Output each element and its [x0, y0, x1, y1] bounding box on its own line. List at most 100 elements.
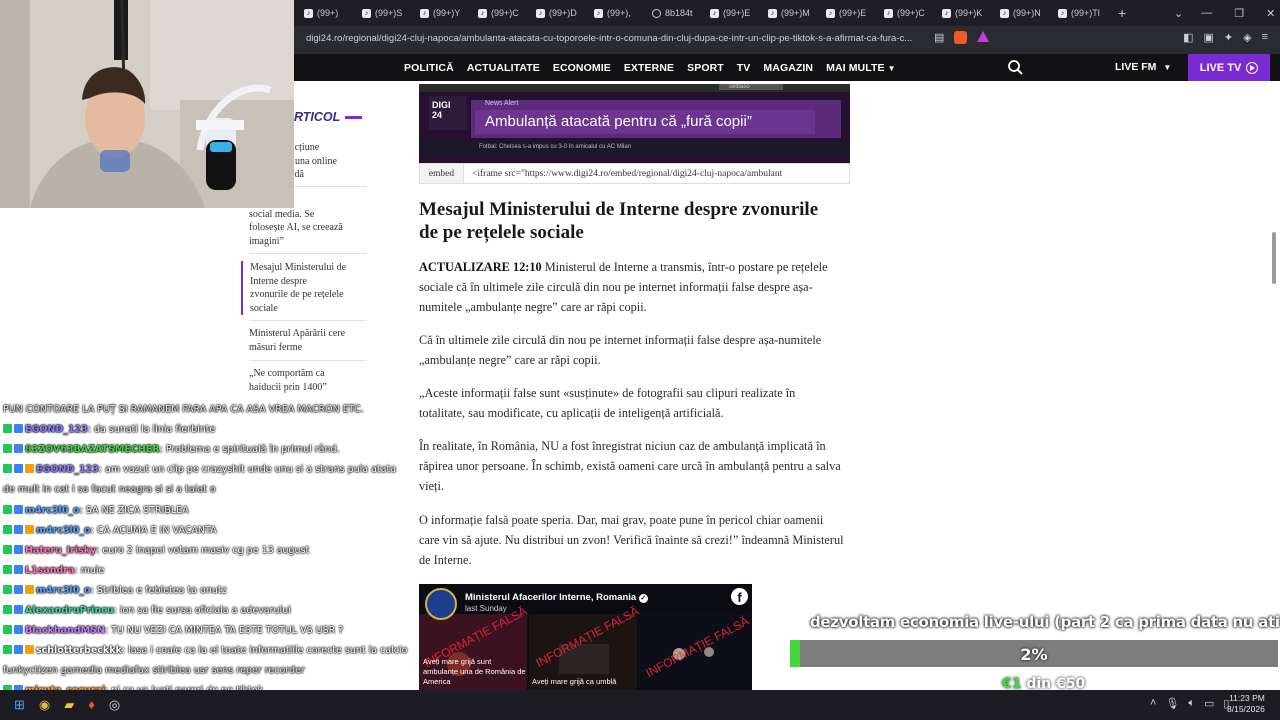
vpn-icon[interactable]: ◈ — [1243, 31, 1251, 44]
facebook-page-name[interactable]: Ministerul Afacerilor Interne, Romania ✓ — [465, 592, 648, 603]
wallet-icon[interactable]: ▣ — [1203, 31, 1213, 44]
webcam-overlay — [0, 0, 294, 208]
tray-chevron-icon[interactable]: ˄ — [1150, 697, 1156, 710]
chat-text: : euro 2 inapoi votam masiv cg pe 13 aug… — [96, 544, 310, 556]
facebook-image-caption: Aveți mare grijă ca umblă — [532, 677, 617, 686]
browser-tab[interactable]: ♪ (99+)Y — [412, 0, 470, 26]
browser-tab[interactable]: ♪ (99+)E — [702, 0, 760, 26]
browser-tab[interactable]: ♪ (99+)D — [528, 0, 586, 26]
chat-username[interactable]: EGOND_123 — [25, 424, 88, 435]
tiktok-icon: ♪ — [362, 8, 371, 18]
embedded-video[interactable]: DIGI 24 News Alert Ambulanță atacată pen… — [419, 84, 850, 163]
tiktok-icon: ♪ — [420, 8, 429, 18]
brave-icon[interactable]: ♦ — [88, 697, 95, 713]
chat-message: m4rc3l0_o: SA NE ZICA STRIBLEA — [3, 504, 189, 517]
search-icon[interactable] — [1007, 59, 1024, 76]
chat-username[interactable]: m4rc3l0_o — [36, 585, 91, 596]
paragraph-update: ACTUALIZARE 12:10 Ministerul de Interne … — [419, 257, 844, 317]
volume-icon[interactable]: 🔈︎ — [1188, 697, 1195, 710]
streamer-camera-image — [0, 0, 294, 208]
nav-item-economie[interactable]: ECONOMIE — [553, 62, 611, 74]
chat-badge-icon — [25, 584, 34, 594]
toc-item-active[interactable]: Mesajul Ministerului de Interne despre z… — [241, 261, 374, 315]
menu-icon[interactable]: ≡ — [1262, 31, 1268, 44]
browser-tab[interactable]: 8b184t — [644, 0, 702, 26]
tiktok-icon: ♪ — [942, 8, 951, 18]
restore-icon[interactable]: ❐ — [1234, 7, 1244, 20]
chat-username[interactable]: L1sandra — [25, 565, 74, 576]
close-icon[interactable]: ✕ — [1266, 7, 1275, 20]
live-fm-button[interactable]: LIVE FM ▼ — [1115, 61, 1171, 73]
video-alert: News Alert — [485, 100, 519, 107]
tiktok-icon: ♪ — [478, 8, 487, 18]
nav-item-magazin[interactable]: MAGAZIN — [763, 62, 813, 74]
ministry-avatar[interactable] — [425, 588, 457, 620]
globe-icon — [652, 8, 661, 18]
paragraph: Că în ultimele zile circulă din nou pe i… — [419, 333, 822, 367]
tab-list-icon[interactable]: ⌄ — [1174, 7, 1183, 20]
facebook-icon[interactable]: f — [731, 588, 748, 605]
chat-username[interactable]: BlackhandMSN — [25, 625, 105, 636]
network-icon[interactable]: ▭ — [1204, 697, 1214, 710]
browser-tab[interactable]: ♪ (99+)S — [354, 0, 412, 26]
url-field[interactable]: digi24.ro/regional/digi24-cluj-napoca/am… — [306, 33, 926, 44]
update-label: ACTUALIZARE 12:10 — [419, 260, 542, 274]
browser-tab[interactable]: ♪ (99+)Tl — [1050, 0, 1108, 26]
file-explorer-icon[interactable]: ▰ — [64, 697, 74, 713]
chat-username[interactable]: m4rc3l0_o — [25, 505, 80, 516]
chat-badge-icon — [3, 625, 12, 635]
tiktok-icon: ♪ — [826, 8, 835, 18]
taskbar — [0, 690, 1280, 720]
reader-icon[interactable]: ▤ — [934, 31, 944, 44]
toc-item[interactable]: Ministerul Apărării cere măsuri ferme — [249, 327, 374, 354]
page-scrollbar-thumb[interactable] — [1272, 232, 1276, 284]
obs-icon[interactable]: ◎ — [109, 697, 120, 713]
microphone-icon[interactable]: 🎙︎ — [1165, 697, 1179, 710]
site-nav-menu: POLITICĂ ACTUALITATE ECONOMIE EXTERNE SP… — [404, 54, 896, 81]
nav-item-sport[interactable]: SPORT — [687, 62, 724, 74]
browser-tab[interactable]: ♪ (99+) — [296, 0, 354, 26]
chat-username[interactable]: schlotterbeckkk — [36, 645, 122, 656]
chat-badge-icon — [14, 544, 23, 554]
live-tv-button[interactable]: LIVE TV — [1188, 54, 1270, 81]
brave-shield-icon[interactable] — [954, 31, 968, 44]
chrome-icon[interactable]: ◉ — [39, 697, 50, 713]
nav-item-actualitate[interactable]: ACTUALITATE — [467, 62, 540, 74]
chat-message: schlotterbeckkk: lasa i coaie ca la ei t… — [3, 645, 407, 657]
windows-start-icon[interactable]: ⊞ — [14, 697, 25, 713]
taskbar-clock[interactable]: 11:23 PM 8/15/2026 — [1227, 693, 1265, 715]
rewards-icon[interactable] — [977, 31, 990, 42]
nav-item-externe[interactable]: EXTERNE — [624, 62, 674, 74]
new-tab-icon[interactable]: + — [1118, 5, 1126, 21]
browser-tab[interactable]: ♪ (99+)C — [876, 0, 934, 26]
nav-item-politica[interactable]: POLITICĂ — [404, 62, 454, 74]
chat-username[interactable]: EGOND_123 — [36, 464, 99, 475]
browser-tab[interactable]: ♪ (99+)K — [934, 0, 992, 26]
tiktok-icon: ♪ — [1000, 8, 1009, 18]
browser-tab[interactable]: ♪ (99+)C — [470, 0, 528, 26]
chat-username[interactable]: Hateru_Irisky — [25, 545, 96, 556]
browser-tab[interactable]: ♪ (99+)N — [992, 0, 1050, 26]
browser-tab[interactable]: ♪ (99+)M — [760, 0, 818, 26]
minimize-icon[interactable]: — — [1201, 7, 1212, 19]
leo-icon[interactable]: ✦ — [1224, 31, 1233, 44]
chat-username[interactable]: m4rc3l0_o — [36, 525, 91, 536]
browser-tab[interactable]: ♪ (99+)E — [818, 0, 876, 26]
chat-username[interactable]: 83ZOV63BAZATSMECHER — [25, 444, 160, 455]
chat-badge-icon — [3, 544, 12, 554]
browser-tab[interactable]: ♪ (99+), — [586, 0, 644, 26]
nav-item-mai-multe[interactable]: MAI MULTE ▼ — [826, 62, 896, 74]
nav-item-tv[interactable]: TV — [737, 62, 751, 74]
embed-code-field[interactable]: <iframe src="https://www.digi24.ro/embed… — [464, 164, 782, 183]
chat-text: : CA ACUMA E IN VACANTA — [90, 524, 217, 536]
chat-message: m4rc3l0_o: Striblea e febletea ta onutz — [3, 584, 227, 597]
toc-title: RTICOL — [294, 110, 341, 124]
chevron-down-icon: ▼ — [887, 63, 896, 73]
toc-title-accent — [345, 116, 362, 119]
toc-item[interactable]: „Ne comportăm ca haiducii prin 1400” — [249, 367, 374, 394]
chat-message: de mult in cat i sa facut neagra si si a… — [3, 484, 216, 496]
chat-username[interactable]: AlexandruPrincu — [25, 605, 114, 616]
sidebar-icon[interactable]: ◧ — [1183, 31, 1193, 44]
chat-badge-icon — [14, 645, 23, 655]
chat-badge-icon — [14, 464, 23, 474]
